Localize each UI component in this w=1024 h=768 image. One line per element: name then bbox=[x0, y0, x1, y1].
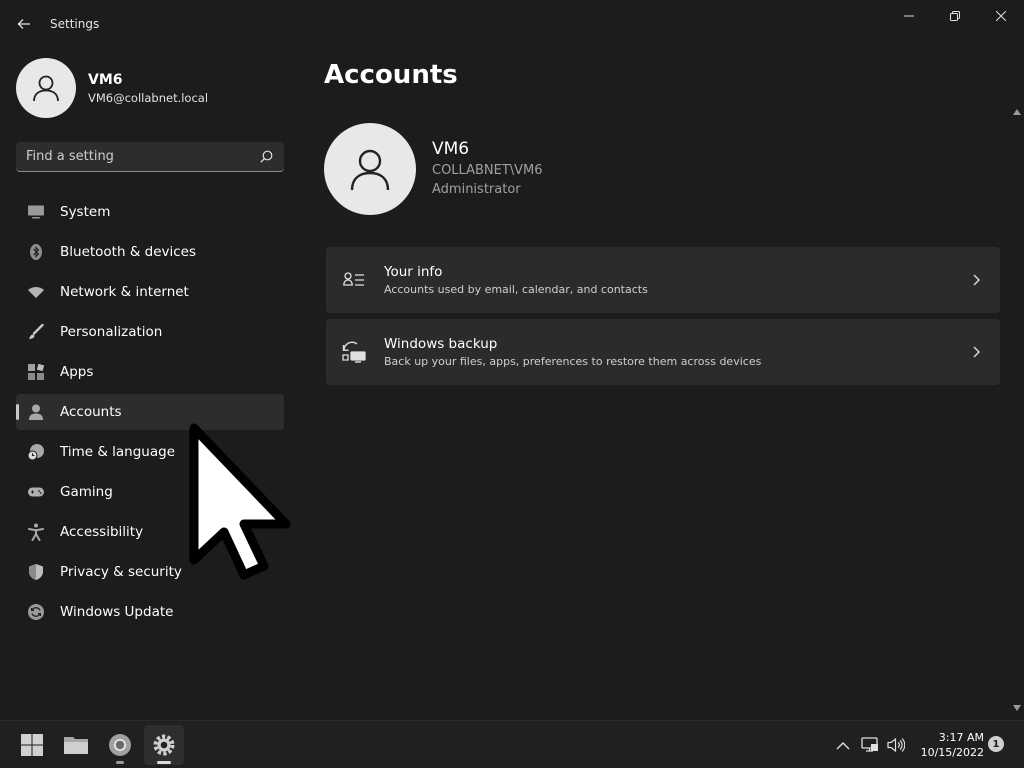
file-explorer-icon bbox=[64, 737, 88, 754]
shield-icon bbox=[26, 562, 46, 582]
chrome-button[interactable] bbox=[100, 725, 140, 765]
clock-globe-icon bbox=[26, 442, 46, 462]
wifi-icon bbox=[26, 282, 46, 302]
search-icon[interactable] bbox=[258, 149, 274, 165]
show-hidden-icons-button[interactable] bbox=[832, 721, 854, 768]
card-title: Windows backup bbox=[384, 336, 498, 352]
minimize-icon bbox=[904, 15, 914, 17]
gamepad-icon bbox=[26, 482, 46, 502]
sidebar-item-label: Time & language bbox=[60, 444, 176, 460]
backup-icon bbox=[342, 340, 366, 364]
card-title: Your info bbox=[384, 264, 443, 280]
chevron-right-icon bbox=[964, 340, 988, 364]
sidebar-item-windows-update[interactable]: Windows Update bbox=[16, 594, 284, 630]
sidebar-item-label: Personalization bbox=[60, 324, 163, 340]
sidebar-item-label: Privacy & security bbox=[60, 564, 182, 580]
main-scrollbar[interactable] bbox=[1012, 104, 1022, 720]
chevron-right-icon bbox=[964, 268, 988, 292]
card-subtitle: Back up your files, apps, preferences to… bbox=[384, 355, 762, 368]
your-info-card[interactable]: Your info Accounts used by email, calend… bbox=[326, 247, 1000, 313]
sidebar-item-label: Network & internet bbox=[60, 284, 189, 300]
back-arrow-icon bbox=[17, 19, 30, 29]
person-avatar-icon bbox=[33, 75, 59, 102]
account-role: Administrator bbox=[432, 182, 521, 197]
person-avatar-icon bbox=[350, 149, 390, 191]
card-subtitle: Accounts used by email, calendar, and co… bbox=[384, 283, 648, 296]
sidebar-item-label: Accessibility bbox=[60, 524, 144, 540]
restore-button[interactable] bbox=[932, 0, 978, 32]
start-button[interactable] bbox=[12, 725, 52, 765]
sidebar-item-bluetooth[interactable]: Bluetooth & devices bbox=[16, 234, 284, 270]
network-tray-button[interactable] bbox=[858, 721, 882, 768]
sidebar: VM6 VM6@collabnet.local System Bluetooth… bbox=[0, 48, 300, 720]
settings-taskbar-button[interactable] bbox=[144, 725, 184, 765]
sidebar-item-system[interactable]: System bbox=[16, 194, 284, 230]
sidebar-item-label: Apps bbox=[60, 364, 94, 380]
search-input[interactable] bbox=[26, 149, 258, 164]
notification-badge[interactable]: 1 bbox=[988, 736, 1004, 752]
apps-icon bbox=[26, 362, 46, 382]
profile-name: VM6 bbox=[88, 71, 123, 88]
profile-email: VM6@collabnet.local bbox=[88, 90, 209, 105]
back-button[interactable] bbox=[12, 12, 36, 36]
update-icon bbox=[26, 602, 46, 622]
main-content: Accounts VM6 COLLABNET\VM6 Administrator… bbox=[324, 48, 1000, 720]
start-icon bbox=[21, 734, 43, 756]
sidebar-item-label: Bluetooth & devices bbox=[60, 244, 197, 260]
minimize-button[interactable] bbox=[886, 0, 932, 32]
brush-icon bbox=[26, 322, 46, 342]
sidebar-item-label: Accounts bbox=[60, 404, 122, 420]
volume-tray-button[interactable] bbox=[884, 721, 908, 768]
close-icon bbox=[996, 11, 1006, 21]
volume-icon bbox=[887, 737, 905, 753]
avatar bbox=[16, 58, 76, 118]
chrome-icon bbox=[109, 734, 131, 756]
account-header: VM6 COLLABNET\VM6 Administrator bbox=[324, 123, 543, 215]
running-indicator bbox=[116, 761, 124, 764]
active-indicator bbox=[157, 761, 171, 764]
sidebar-item-network[interactable]: Network & internet bbox=[16, 274, 284, 310]
mouse-cursor-icon bbox=[189, 423, 291, 580]
windows-backup-card[interactable]: Windows backup Back up your files, apps,… bbox=[326, 319, 1000, 385]
scroll-up-icon[interactable] bbox=[1013, 108, 1021, 116]
contact-card-icon bbox=[342, 268, 366, 292]
scroll-down-icon[interactable] bbox=[1013, 704, 1021, 712]
window-controls bbox=[886, 0, 1024, 32]
person-icon bbox=[26, 402, 46, 422]
account-name: VM6 bbox=[432, 139, 470, 159]
sidebar-item-personalization[interactable]: Personalization bbox=[16, 314, 284, 350]
settings-icon bbox=[153, 734, 175, 756]
taskbar-clock[interactable]: 3:17 AM 10/15/2022 bbox=[912, 730, 984, 760]
sidebar-item-label: Gaming bbox=[60, 484, 113, 500]
title-bar: Settings bbox=[0, 0, 1024, 48]
restore-icon bbox=[950, 11, 960, 21]
page-title: Accounts bbox=[324, 60, 458, 90]
sidebar-item-label: System bbox=[60, 204, 111, 220]
account-domain: COLLABNET\VM6 bbox=[432, 163, 543, 178]
profile-summary[interactable]: VM6 VM6@collabnet.local bbox=[16, 58, 208, 118]
bluetooth-icon bbox=[26, 242, 46, 262]
chevron-up-icon bbox=[836, 741, 850, 749]
file-explorer-button[interactable] bbox=[56, 725, 96, 765]
clock-time: 3:17 AM bbox=[938, 731, 984, 744]
sidebar-item-label: Windows Update bbox=[60, 604, 174, 620]
clock-date: 10/15/2022 bbox=[920, 746, 984, 759]
taskbar: 3:17 AM 10/15/2022 bbox=[0, 720, 1024, 768]
monitor-icon bbox=[26, 202, 46, 222]
accessibility-icon bbox=[26, 522, 46, 542]
avatar[interactable] bbox=[324, 123, 416, 215]
search-box[interactable] bbox=[16, 142, 284, 172]
close-button[interactable] bbox=[978, 0, 1024, 32]
sidebar-item-apps[interactable]: Apps bbox=[16, 354, 284, 390]
app-title: Settings bbox=[50, 17, 100, 31]
network-icon bbox=[861, 737, 878, 752]
